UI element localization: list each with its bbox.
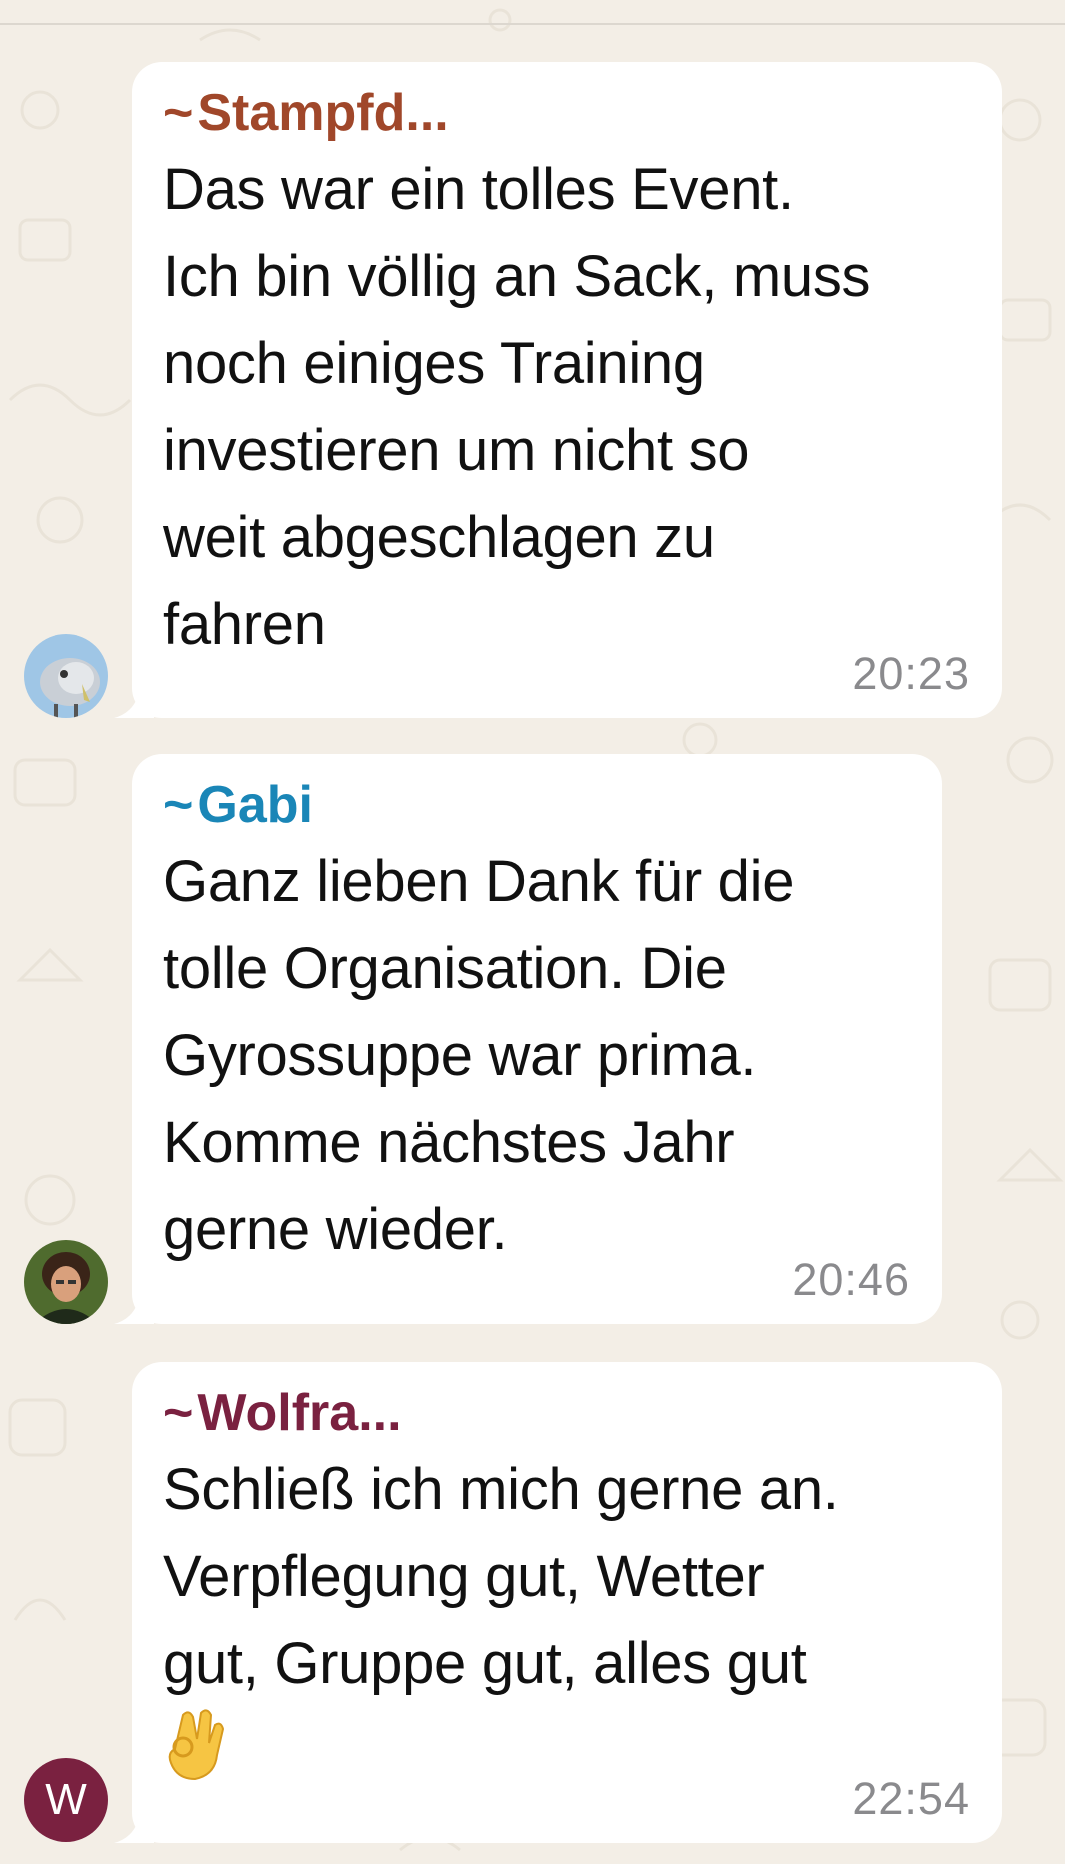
- bubble-tail: [114, 688, 154, 718]
- sender-tilde: ~: [163, 84, 194, 142]
- sender-tilde: ~: [163, 776, 194, 834]
- avatar-person[interactable]: [24, 1240, 108, 1324]
- message-line: Verpflegung gut, Wetter: [163, 1544, 765, 1609]
- message-line: Schließ ich mich gerne an.: [163, 1457, 839, 1522]
- message-text: Ganz lieben Dank für die tolle Organisat…: [163, 838, 910, 1273]
- sender-label: Wolfra...: [197, 1384, 402, 1442]
- bubble-tail: [114, 1294, 154, 1324]
- avatar-letter[interactable]: W: [24, 1758, 108, 1842]
- message-line: Ich bin völlig an Sack, muss: [163, 244, 871, 309]
- bird-photo-icon: [24, 634, 108, 718]
- message-line: Gyrossuppe war prima.: [163, 1023, 757, 1088]
- message-line: weit abgeschlagen zu: [163, 505, 715, 570]
- message-bubble[interactable]: ~Stampfd... Das war ein tolles Event. Ic…: [114, 62, 1002, 718]
- sender-name[interactable]: ~Stampfd...: [163, 80, 970, 146]
- person-photo-icon: [24, 1240, 108, 1324]
- sender-name[interactable]: ~Wolfra...: [163, 1380, 970, 1446]
- bubble-tail: [114, 1813, 154, 1843]
- message-line: gut, Gruppe gut, alles gut: [163, 1631, 807, 1696]
- avatar-initial: W: [45, 1775, 87, 1824]
- message-line: tolle Organisation. Die: [163, 936, 727, 1001]
- message-text: Das war ein tolles Event. Ich bin völlig…: [163, 146, 970, 668]
- sender-label: Gabi: [197, 776, 313, 834]
- message-timestamp: 20:46: [792, 1254, 910, 1305]
- message-line: Ganz lieben Dank für die: [163, 849, 795, 914]
- header-divider: [0, 23, 1065, 25]
- ok-hand-emoji-icon: [168, 1709, 225, 1781]
- sender-tilde: ~: [163, 1384, 194, 1442]
- avatar-bird[interactable]: [24, 634, 108, 718]
- message-text: Schließ ich mich gerne an. Verpflegung g…: [163, 1446, 970, 1799]
- sender-label: Stampfd...: [197, 84, 449, 142]
- message-bubble[interactable]: ~Wolfra... Schließ ich mich gerne an. Ve…: [114, 1362, 1002, 1843]
- message-line: noch einiges Training: [163, 331, 705, 396]
- message-line: Das war ein tolles Event.: [163, 157, 794, 222]
- message-line: [163, 1707, 970, 1799]
- message-bubble[interactable]: ~Gabi Ganz lieben Dank für die tolle Org…: [114, 754, 942, 1324]
- message-line: Komme nächstes Jahr: [163, 1110, 735, 1175]
- message-timestamp: 20:23: [852, 648, 970, 699]
- message-line: investieren um nicht so: [163, 418, 750, 483]
- message-line: fahren: [163, 592, 326, 657]
- message-timestamp: 22:54: [852, 1773, 970, 1824]
- sender-name[interactable]: ~Gabi: [163, 772, 910, 838]
